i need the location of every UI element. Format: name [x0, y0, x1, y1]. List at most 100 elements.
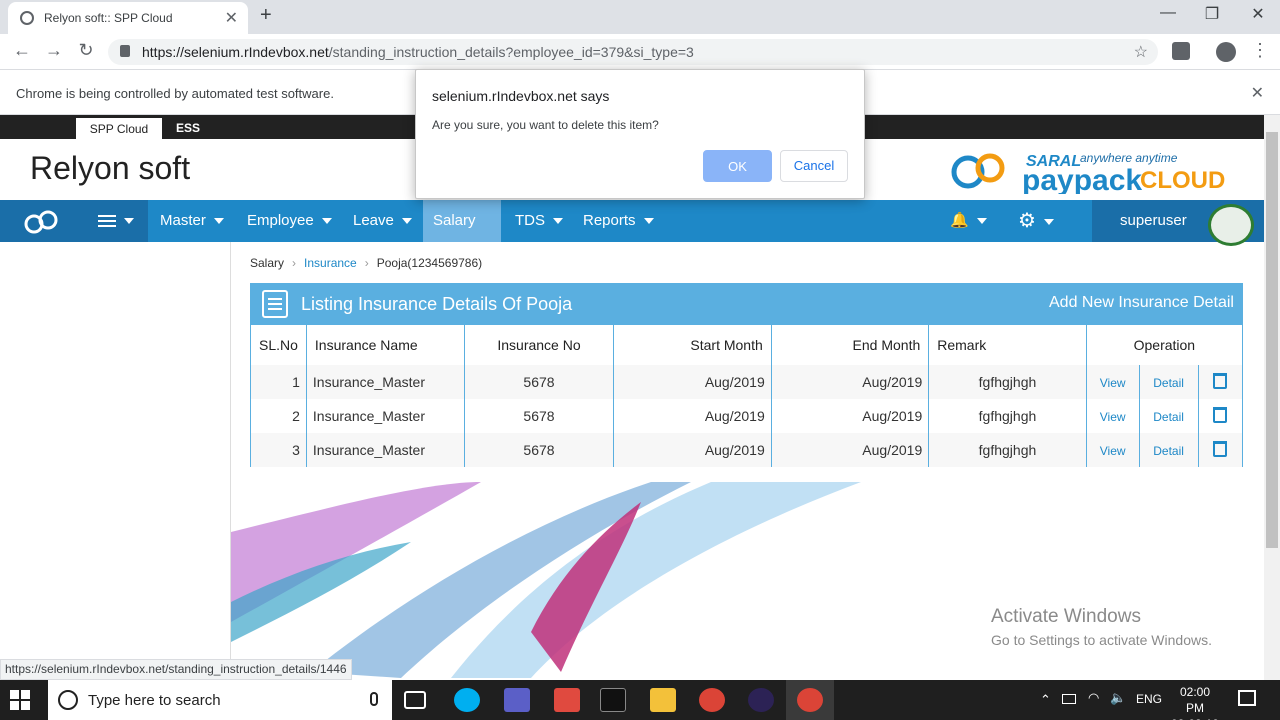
detail-link[interactable]: Detail	[1153, 410, 1184, 424]
add-new-insurance-link[interactable]: Add New Insurance Detail	[1049, 294, 1234, 312]
lock-icon	[120, 45, 130, 57]
view-link[interactable]: View	[1100, 410, 1126, 424]
infobar-close-icon[interactable]: ✕	[1251, 83, 1264, 103]
hamburger-menu-button[interactable]	[84, 200, 148, 242]
list-icon	[262, 290, 288, 318]
view-link[interactable]: View	[1100, 376, 1126, 390]
wifi-icon[interactable]: ◠	[1088, 690, 1099, 706]
ok-button[interactable]: OK	[703, 150, 772, 182]
nav-salary[interactable]: Salary	[423, 200, 501, 267]
chevron-up-icon[interactable]: ⌃	[1040, 692, 1051, 708]
tab-title: Relyon soft:: SPP Cloud	[44, 11, 173, 25]
panel-title: Listing Insurance Details Of Pooja	[301, 294, 573, 314]
breadcrumb: Salary › Insurance › Pooja(1234569786)	[250, 256, 482, 270]
browser-toolbar: ← → ↻ https://selenium.rIndevbox.net/sta…	[0, 34, 1280, 70]
tab-close-icon[interactable]: ✕	[225, 8, 238, 28]
view-link[interactable]: View	[1100, 444, 1126, 458]
gear-icon[interactable]: ⚙	[1008, 200, 1064, 242]
logo-tagline: anywhere anytime	[1080, 151, 1178, 165]
nav-leave[interactable]: Leave	[343, 200, 422, 242]
cancel-button[interactable]: Cancel	[780, 150, 848, 182]
tab-ess[interactable]: ESS	[176, 121, 200, 135]
microphone-icon[interactable]	[370, 692, 378, 706]
logo-paypack: paypack	[1022, 164, 1142, 194]
brand-name: Relyon soft	[30, 150, 191, 186]
trash-icon[interactable]	[1213, 406, 1228, 423]
nav-reports[interactable]: Reports	[573, 200, 664, 242]
scrollbar-thumb[interactable]	[1266, 132, 1278, 548]
menu-dots-icon[interactable]: ⋮	[1248, 40, 1272, 61]
volume-icon[interactable]: 🔈	[1110, 690, 1126, 706]
chrome-active-icon[interactable]	[797, 688, 823, 712]
trash-icon[interactable]	[1213, 440, 1228, 457]
breadcrumb-current: Pooja(1234569786)	[376, 256, 483, 270]
cell-sl: 3	[251, 433, 307, 467]
chevron-right-icon: ›	[292, 256, 297, 270]
chrome-icon[interactable]	[699, 688, 725, 712]
battery-icon[interactable]	[1062, 694, 1076, 704]
clock-date: 02-08-19	[1170, 716, 1220, 720]
profile-icon[interactable]	[1216, 42, 1236, 62]
status-url: https://selenium.rIndevbox.net/standing_…	[0, 659, 352, 680]
minimize-icon[interactable]: —	[1148, 4, 1188, 22]
terminal-icon[interactable]	[600, 688, 626, 712]
window-close-icon[interactable]: ✕	[1238, 4, 1278, 24]
eclipse-icon[interactable]	[748, 688, 774, 712]
windows-start-icon[interactable]	[10, 690, 30, 710]
cell-sl: 2	[251, 399, 307, 433]
cell-start: Aug/2019	[613, 399, 772, 433]
cell-name: Insurance_Master	[306, 365, 465, 399]
nav-master[interactable]: Master	[150, 200, 234, 242]
table-row: 2 Insurance_Master 5678 Aug/2019 Aug/201…	[251, 399, 1242, 433]
back-icon[interactable]: ←	[10, 40, 34, 61]
forward-icon[interactable]: →	[42, 40, 66, 61]
breadcrumb-insurance[interactable]: Insurance	[304, 256, 357, 270]
teams-icon[interactable]	[504, 688, 530, 712]
new-tab-button[interactable]: +	[260, 4, 272, 27]
url-path: /standing_instruction_details?employee_i…	[328, 44, 694, 60]
col-operation: Operation	[1133, 337, 1196, 353]
decorative-swoosh	[231, 482, 891, 678]
anydesk-icon[interactable]	[554, 688, 580, 712]
task-view-icon[interactable]	[404, 691, 426, 709]
watermark-line2: Go to Settings to activate Windows.	[991, 632, 1212, 648]
detail-link[interactable]: Detail	[1153, 376, 1184, 390]
language-indicator[interactable]: ENG	[1136, 692, 1162, 706]
watermark-line1: Activate Windows	[991, 606, 1141, 627]
extension-icon[interactable]	[1172, 42, 1190, 60]
table-row: 1 Insurance_Master 5678 Aug/2019 Aug/201…	[251, 365, 1242, 399]
table-row: 3 Insurance_Master 5678 Aug/2019 Aug/201…	[251, 433, 1242, 467]
cell-no: 5678	[464, 433, 615, 467]
cell-no: 5678	[464, 399, 615, 433]
cell-start: Aug/2019	[613, 365, 772, 399]
nav-logo-icon[interactable]	[0, 200, 84, 242]
browser-tab[interactable]: Relyon soft:: SPP Cloud ✕	[8, 2, 248, 34]
taskbar-clock[interactable]: 02:00 PM 02-08-19	[1170, 684, 1220, 720]
chevron-down-icon	[124, 218, 134, 224]
table-header-row: SL.No Insurance Name Insurance No Start …	[251, 325, 1242, 365]
trash-icon[interactable]	[1213, 372, 1228, 389]
notification-icon[interactable]	[1238, 690, 1256, 706]
maximize-icon[interactable]: ❐	[1192, 4, 1232, 24]
avatar[interactable]	[1208, 204, 1254, 246]
nav-employee[interactable]: Employee	[237, 200, 342, 242]
breadcrumb-salary[interactable]: Salary	[250, 256, 284, 270]
url-host: https://selenium.rIndevbox.net	[142, 44, 329, 60]
username[interactable]: superuser	[1120, 200, 1187, 242]
detail-link[interactable]: Detail	[1153, 444, 1184, 458]
tab-spp-cloud[interactable]: SPP Cloud	[76, 118, 162, 140]
cell-remark: fgfhgjhgh	[928, 433, 1087, 467]
skype-icon[interactable]	[454, 688, 480, 712]
bell-icon[interactable]: 🔔	[940, 200, 997, 242]
star-icon[interactable]: ☆	[1134, 42, 1148, 62]
reload-icon[interactable]: ↻	[74, 40, 98, 61]
file-explorer-icon[interactable]	[650, 688, 676, 712]
taskbar-search[interactable]: Type here to search	[48, 680, 392, 720]
dialog-title: selenium.rIndevbox.net says	[432, 88, 610, 104]
col-sl-no: SL.No	[251, 325, 307, 365]
col-end-month: End Month	[771, 325, 930, 365]
paypack-logo: SARAL anywhere anytime paypack CLOUD	[950, 144, 1240, 197]
nav-tds[interactable]: TDS	[505, 200, 573, 242]
address-bar[interactable]: https://selenium.rIndevbox.net/standing_…	[108, 39, 1158, 65]
windows-activation-watermark: Activate Windows Go to Settings to activ…	[991, 606, 1212, 648]
